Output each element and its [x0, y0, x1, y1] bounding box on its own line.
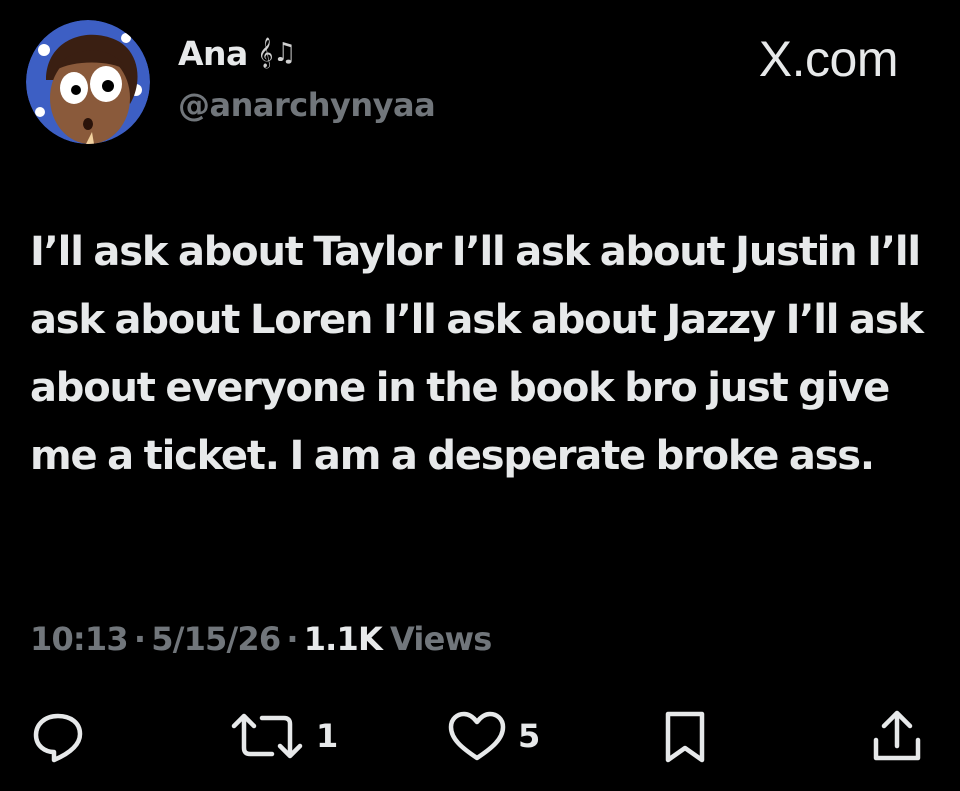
tweet-meta: 10:13 · 5/15/26 · 1.1K Views — [30, 620, 492, 658]
cartoon-face-avatar-icon — [26, 20, 150, 144]
tweet-card: Ana 𝄞♫ @anarchynyaa X.com I’ll ask about… — [0, 0, 960, 791]
author-name-row[interactable]: Ana 𝄞♫ — [178, 34, 297, 73]
display-name[interactable]: Ana — [178, 34, 248, 73]
retweet-icon — [231, 713, 303, 759]
heart-icon — [448, 711, 506, 761]
like-count: 5 — [518, 717, 541, 755]
like-button[interactable]: 5 — [446, 708, 540, 764]
retweet-count: 1 — [316, 717, 339, 755]
x-com-watermark: X.com — [758, 31, 899, 87]
bookmark-icon — [665, 711, 705, 763]
music-notes-emoji: 𝄞♫ — [257, 38, 297, 68]
bookmark-button[interactable] — [660, 708, 710, 764]
views-count: 1.1K — [303, 620, 383, 658]
retweet-button[interactable]: 1 — [228, 708, 338, 764]
tweet-text: I’ll ask about Taylor I’ll ask about Jus… — [30, 229, 924, 479]
tweet-time[interactable]: 10:13 — [30, 620, 129, 658]
tweet-actions: 1 5 — [0, 700, 960, 780]
reply-icon — [33, 713, 83, 763]
views-label: Views — [390, 620, 492, 658]
author-handle[interactable]: @anarchynyaa — [178, 86, 436, 124]
meta-separator: · — [286, 620, 298, 658]
meta-separator: · — [133, 620, 146, 658]
share-button[interactable] — [870, 708, 924, 764]
tweet-date[interactable]: 5/15/26 — [151, 620, 281, 658]
avatar[interactable] — [26, 20, 150, 144]
share-icon — [873, 710, 921, 761]
reply-button[interactable] — [30, 708, 86, 764]
